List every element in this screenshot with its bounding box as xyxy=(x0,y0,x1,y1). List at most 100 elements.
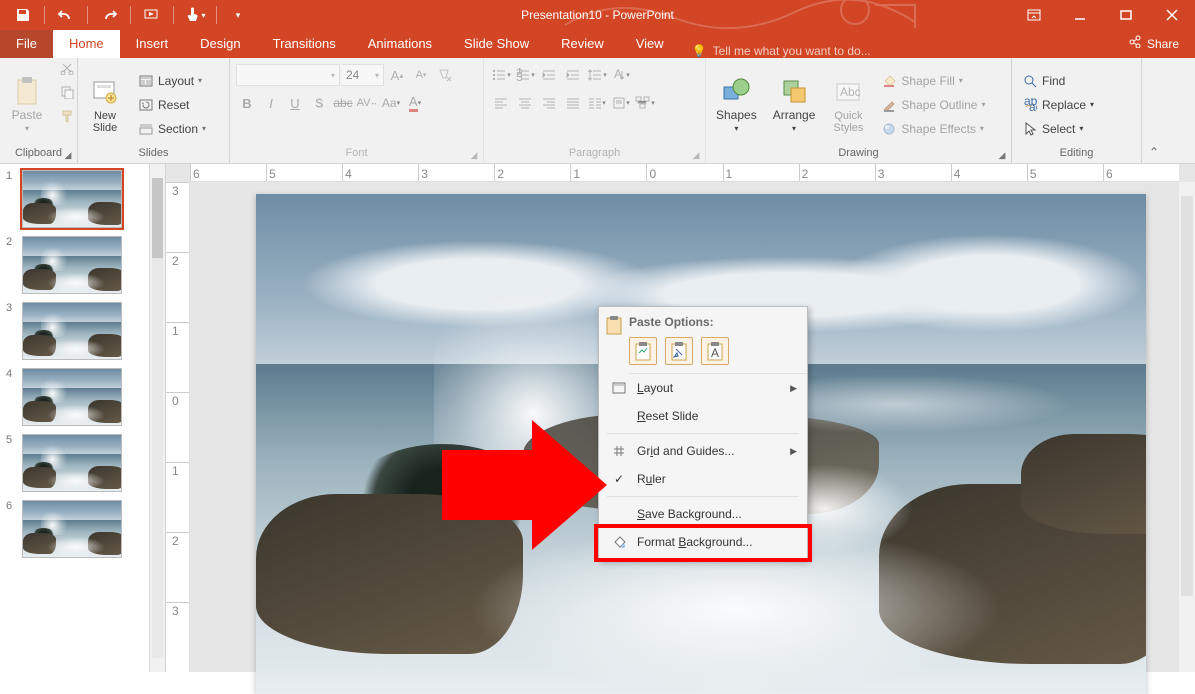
thumbnail-scrollbar[interactable] xyxy=(150,164,166,672)
menu-grid-guides[interactable]: Grid and Guides... ▶ xyxy=(599,437,807,465)
ribbon-display-options-icon[interactable] xyxy=(1011,0,1057,30)
slide-thumb-1[interactable]: 1 xyxy=(0,170,149,228)
collapse-ribbon-icon[interactable]: ⌃ xyxy=(1142,58,1166,163)
thumbnail[interactable] xyxy=(22,368,122,426)
slide-thumb-2[interactable]: 2 xyxy=(0,236,149,294)
minimize-icon[interactable] xyxy=(1057,0,1103,30)
close-icon[interactable] xyxy=(1149,0,1195,30)
thumbnail[interactable] xyxy=(22,236,122,294)
strikethrough-icon[interactable]: abc xyxy=(332,92,354,114)
italic-icon[interactable]: I xyxy=(260,92,282,114)
reset-button[interactable]: Reset xyxy=(134,94,210,116)
character-spacing-icon[interactable]: AV↔ xyxy=(356,92,378,114)
start-from-beginning-icon[interactable] xyxy=(135,0,169,30)
group-paragraph: ▾ 123▾ ▾ A▾ ▾ ▾ ▾ Paragraph ◢ xyxy=(484,58,706,163)
copy-icon[interactable] xyxy=(56,81,78,103)
paste-dest-theme-icon[interactable] xyxy=(629,337,657,365)
shapes-icon xyxy=(720,75,752,107)
thumbnail[interactable] xyxy=(22,302,122,360)
group-drawing: Shapes▾ Arrange▾ Abc Quick Styles Shape … xyxy=(706,58,1012,163)
shape-fill-button[interactable]: Shape Fill ▾ xyxy=(877,70,989,92)
section-button[interactable]: Section ▾ xyxy=(134,118,210,140)
dialog-launcher-icon[interactable]: ◢ xyxy=(62,149,74,161)
thumbnail[interactable] xyxy=(22,500,122,558)
tell-me[interactable]: 💡 xyxy=(680,44,1113,58)
tab-slideshow[interactable]: Slide Show xyxy=(448,30,545,58)
smartart-icon[interactable]: ▾ xyxy=(634,92,656,114)
new-slide-button[interactable]: New Slide xyxy=(84,74,126,136)
bullets-icon[interactable]: ▾ xyxy=(490,64,512,86)
underline-icon[interactable]: U xyxy=(284,92,306,114)
clear-formatting-icon[interactable] xyxy=(434,64,456,86)
tab-file[interactable]: File xyxy=(0,30,53,58)
editor-scrollbar[interactable] xyxy=(1179,182,1195,672)
menu-ruler[interactable]: ✓ Ruler xyxy=(599,465,807,493)
undo-icon[interactable] xyxy=(49,0,83,30)
menu-reset-slide[interactable]: Reset Slide xyxy=(599,402,807,430)
paste-keep-source-icon[interactable] xyxy=(665,337,693,365)
menu-format-background[interactable]: Format Background... xyxy=(599,528,807,556)
maximize-icon[interactable] xyxy=(1103,0,1149,30)
text-direction-icon[interactable]: A▾ xyxy=(610,64,632,86)
cut-icon[interactable] xyxy=(56,57,78,79)
font-size-input[interactable]: 24▾ xyxy=(342,64,384,86)
save-icon[interactable] xyxy=(6,0,40,30)
decrease-indent-icon[interactable] xyxy=(538,64,560,86)
paste-text-only-icon[interactable]: A xyxy=(701,337,729,365)
dialog-launcher-icon[interactable]: ◢ xyxy=(996,149,1008,161)
shape-effects-button[interactable]: Shape Effects ▾ xyxy=(877,118,989,140)
align-text-icon[interactable]: ▾ xyxy=(610,92,632,114)
increase-font-icon[interactable]: A▴ xyxy=(386,64,408,86)
arrange-button[interactable]: Arrange▾ xyxy=(769,73,820,137)
tab-transitions[interactable]: Transitions xyxy=(257,30,352,58)
tab-insert[interactable]: Insert xyxy=(120,30,185,58)
horizontal-ruler[interactable]: 6543210123456 xyxy=(190,164,1179,182)
tell-me-input[interactable] xyxy=(713,44,973,58)
format-background-icon xyxy=(611,534,627,550)
increase-indent-icon[interactable] xyxy=(562,64,584,86)
slide-thumb-4[interactable]: 4 xyxy=(0,368,149,426)
shapes-button[interactable]: Shapes▾ xyxy=(712,73,761,137)
bold-icon[interactable]: B xyxy=(236,92,258,114)
align-center-icon[interactable] xyxy=(514,92,536,114)
share-button[interactable]: Share xyxy=(1113,30,1195,58)
change-case-icon[interactable]: Aa▾ xyxy=(380,92,402,114)
slide-thumb-5[interactable]: 5 xyxy=(0,434,149,492)
align-right-icon[interactable] xyxy=(538,92,560,114)
vertical-ruler[interactable]: 3210123 xyxy=(166,182,190,672)
thumbnail[interactable] xyxy=(22,434,122,492)
format-painter-icon[interactable] xyxy=(56,105,78,127)
tab-design[interactable]: Design xyxy=(184,30,256,58)
font-color-icon[interactable]: A▾ xyxy=(404,92,426,114)
layout-button[interactable]: Layout ▾ xyxy=(134,70,210,92)
dialog-launcher-icon[interactable]: ◢ xyxy=(690,149,702,161)
decrease-font-icon[interactable]: A▾ xyxy=(410,64,432,86)
slide-thumb-6[interactable]: 6 xyxy=(0,500,149,558)
paste-button[interactable]: Paste▾ xyxy=(6,73,48,137)
find-button[interactable]: Find xyxy=(1018,70,1098,92)
touch-mode-icon[interactable]: ▾ xyxy=(178,0,212,30)
shadow-icon[interactable]: S xyxy=(308,92,330,114)
customize-qat-icon[interactable]: ▾ xyxy=(221,0,255,30)
columns-icon[interactable]: ▾ xyxy=(586,92,608,114)
quick-styles-button[interactable]: Abc Quick Styles xyxy=(827,74,869,136)
align-left-icon[interactable] xyxy=(490,92,512,114)
font-name-input[interactable]: ▾ xyxy=(236,64,340,86)
dialog-launcher-icon[interactable]: ◢ xyxy=(468,149,480,161)
tab-view[interactable]: View xyxy=(620,30,680,58)
replace-button[interactable]: abacReplace ▾ xyxy=(1018,94,1098,116)
tab-home[interactable]: Home xyxy=(53,30,120,58)
redo-icon[interactable] xyxy=(92,0,126,30)
tab-review[interactable]: Review xyxy=(545,30,620,58)
numbering-icon[interactable]: 123▾ xyxy=(514,64,536,86)
thumbnail[interactable] xyxy=(22,170,122,228)
menu-layout[interactable]: Layout ▶ xyxy=(599,374,807,402)
menu-save-background[interactable]: Save Background... xyxy=(599,500,807,528)
slide-thumb-3[interactable]: 3 xyxy=(0,302,149,360)
shape-outline-button[interactable]: Shape Outline ▾ xyxy=(877,94,989,116)
justify-icon[interactable] xyxy=(562,92,584,114)
tab-animations[interactable]: Animations xyxy=(352,30,448,58)
line-spacing-icon[interactable]: ▾ xyxy=(586,64,608,86)
select-button[interactable]: Select ▾ xyxy=(1018,118,1098,140)
section-icon xyxy=(138,121,154,137)
